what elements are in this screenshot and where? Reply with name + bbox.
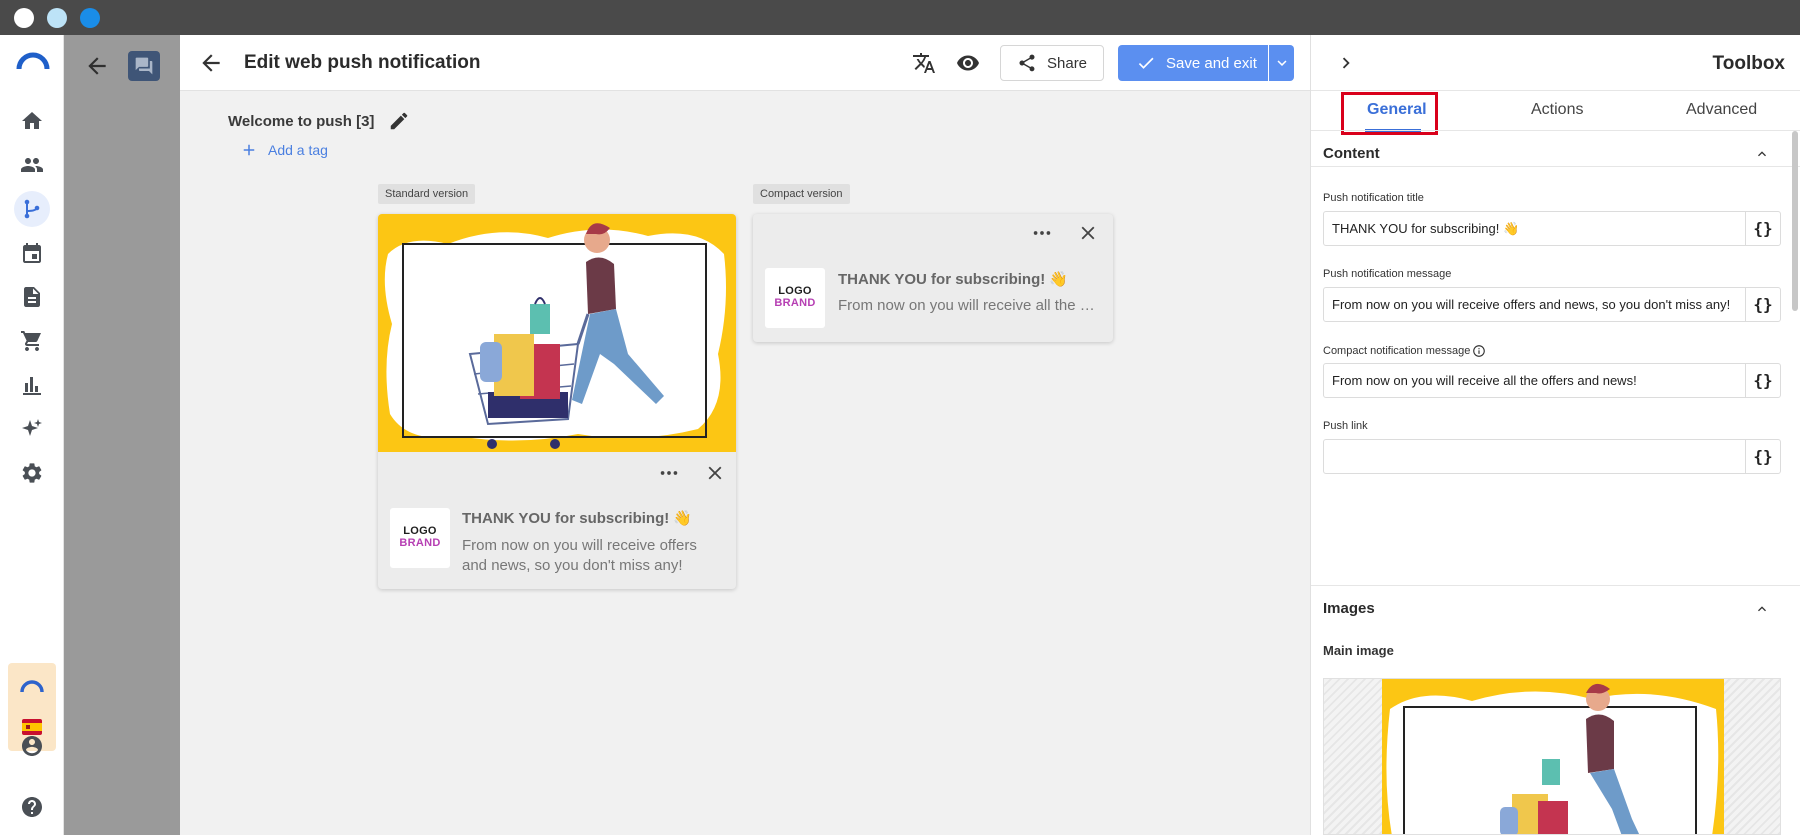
home-icon[interactable] (18, 107, 46, 135)
chevron-right-icon[interactable] (1335, 52, 1357, 74)
add-tag-link[interactable]: Add a tag (240, 141, 328, 159)
plus-icon (243, 144, 255, 156)
help-icon[interactable] (18, 793, 46, 821)
compact-notification-title: THANK YOU for subscribing! 👋 (838, 271, 1069, 288)
notification-name-row: Welcome to push [3] (228, 110, 410, 132)
toolbox-title: Toolbox (1712, 53, 1785, 74)
tabs-divider (1311, 130, 1800, 131)
compact-message-label-row: Compact notification message (1323, 344, 1486, 358)
people-icon[interactable] (18, 151, 46, 179)
insert-variable-button[interactable]: {} (1745, 212, 1780, 245)
toolbox-scrollbar[interactable] (1792, 131, 1798, 311)
preview-eye-icon[interactable] (954, 49, 982, 77)
main-image-preview[interactable] (1323, 678, 1781, 835)
brand-logo: LOGO BRAND (765, 268, 825, 328)
insert-variable-button[interactable]: {} (1745, 364, 1780, 397)
shopping-illustration (378, 214, 736, 452)
chevron-up-icon[interactable] (1754, 601, 1770, 617)
save-label: Save and exit (1166, 54, 1257, 72)
calendar-icon[interactable] (18, 239, 46, 267)
background-back-icon (88, 57, 106, 75)
toolbox-tabs: General Actions Advanced (1311, 91, 1800, 167)
add-tag-label: Add a tag (268, 142, 328, 158)
compact-message-label: Compact notification message (1323, 345, 1471, 357)
share-icon (1019, 54, 1035, 72)
maximize-window-button[interactable] (80, 8, 100, 28)
push-message-label: Push notification message (1323, 268, 1452, 280)
save-options-dropdown[interactable] (1269, 45, 1294, 81)
tab-general[interactable]: General (1367, 101, 1427, 119)
more-options-icon[interactable] (1031, 222, 1053, 244)
logo-text-bottom: BRAND (774, 297, 816, 309)
push-message-input[interactable]: From now on you will receive offers and … (1323, 287, 1781, 322)
more-options-icon[interactable] (658, 462, 680, 484)
cart-icon[interactable] (18, 327, 46, 355)
tab-actions[interactable]: Actions (1531, 101, 1583, 119)
nav-rail (0, 35, 64, 835)
standard-version-label: Standard version (378, 184, 476, 204)
push-title-input[interactable]: THANK YOU for subscribing! 👋 {} (1323, 211, 1781, 246)
push-title-value: THANK YOU for subscribing! 👋 (1332, 221, 1520, 236)
back-arrow-icon[interactable] (198, 50, 224, 76)
compact-card-actions (1031, 222, 1099, 244)
close-icon[interactable] (1077, 222, 1099, 244)
workspace-logo-icon (20, 679, 44, 693)
page-title: Edit web push notification (244, 52, 481, 73)
standard-card-actions (658, 462, 726, 484)
chevron-up-icon[interactable] (1754, 146, 1770, 162)
window-titlebar (0, 0, 1800, 35)
chart-icon[interactable] (18, 371, 46, 399)
document-icon[interactable] (18, 283, 46, 311)
push-title-label: Push notification title (1323, 192, 1424, 204)
minimize-window-button[interactable] (47, 8, 67, 28)
insert-variable-button[interactable]: {} (1745, 288, 1780, 321)
account-icon[interactable] (18, 732, 46, 760)
chat-icon (128, 51, 160, 81)
toolbox-panel: Toolbox General Actions Advanced Content… (1310, 35, 1800, 835)
compact-version-label: Compact version (753, 184, 850, 204)
tab-advanced[interactable]: Advanced (1686, 101, 1757, 119)
close-window-button[interactable] (14, 8, 34, 28)
standard-notification-message: From now on you will receive offers and … (462, 537, 697, 574)
background-app-overlay (64, 35, 180, 835)
brand-logo: LOGO BRAND (390, 508, 450, 568)
flow-icon[interactable] (14, 191, 50, 227)
section-divider (1311, 585, 1800, 586)
standard-notification-title: THANK YOU for subscribing! 👋 (462, 510, 693, 527)
insert-variable-button[interactable]: {} (1745, 440, 1780, 473)
push-editor: Edit web push notification Share Save an… (180, 35, 1310, 835)
compact-message-value: From now on you will receive all the off… (1332, 373, 1637, 388)
app-logo-icon[interactable] (16, 47, 50, 75)
logo-text-bottom: BRAND (399, 537, 441, 549)
toolbox-header: Toolbox (1311, 35, 1800, 91)
chevron-down-icon (1277, 60, 1286, 66)
images-section-header[interactable]: Images (1323, 600, 1375, 617)
standard-preview-card: LOGO BRAND THANK YOU for subscribing! 👋 … (378, 214, 736, 589)
settings-icon[interactable] (18, 459, 46, 487)
share-label: Share (1047, 54, 1088, 72)
share-button[interactable]: Share (1000, 45, 1104, 81)
main-image-thumbnail (1382, 679, 1724, 834)
edit-pencil-icon[interactable] (388, 110, 410, 132)
push-link-label: Push link (1323, 420, 1368, 432)
close-icon[interactable] (704, 462, 726, 484)
editor-header: Edit web push notification Share Save an… (180, 35, 1310, 91)
translate-icon[interactable] (910, 49, 938, 77)
save-and-exit-button[interactable]: Save and exit (1118, 45, 1268, 81)
content-section-header[interactable]: Content (1323, 145, 1380, 162)
check-icon (1138, 57, 1154, 69)
notification-name: Welcome to push [3] (228, 112, 375, 130)
push-message-value: From now on you will receive offers and … (1332, 297, 1731, 312)
main-image-label: Main image (1323, 643, 1394, 658)
info-icon[interactable] (1472, 344, 1486, 358)
push-link-input[interactable]: {} (1323, 439, 1781, 474)
compact-preview-card: LOGO BRAND THANK YOU for subscribing! 👋 … (753, 214, 1113, 342)
compact-notification-message: From now on you will receive all the … (838, 297, 1095, 314)
sparkle-icon[interactable] (18, 415, 46, 443)
compact-message-input[interactable]: From now on you will receive all the off… (1323, 363, 1781, 398)
